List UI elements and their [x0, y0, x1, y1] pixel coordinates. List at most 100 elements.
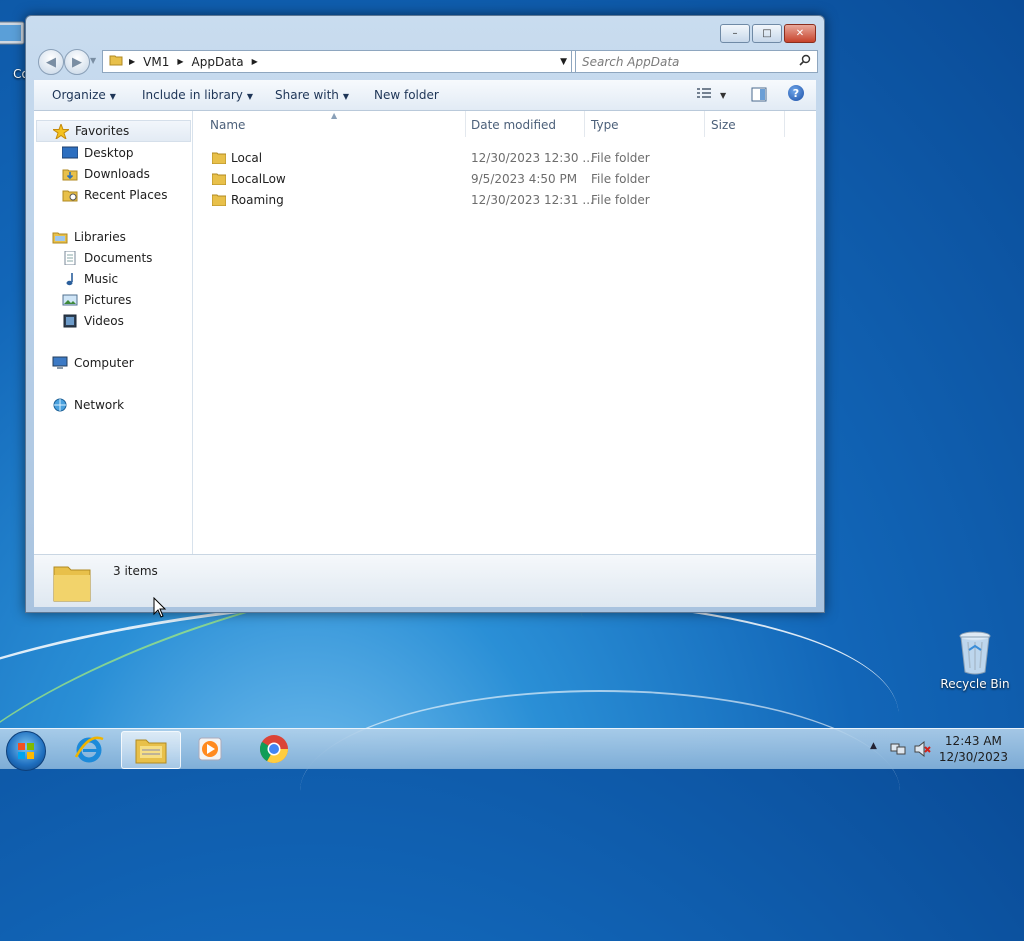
windows-explorer-icon: [135, 739, 167, 764]
maximize-button[interactable]: □: [752, 24, 782, 43]
breadcrumb-arrow-icon[interactable]: ▶: [177, 57, 183, 66]
address-dropdown-icon[interactable]: ▼: [560, 57, 567, 67]
taskbar-media-player[interactable]: [182, 731, 240, 767]
media-player-icon: [198, 737, 222, 761]
nav-network[interactable]: Network: [52, 395, 124, 415]
column-divider[interactable]: [704, 111, 705, 137]
column-divider[interactable]: [465, 111, 466, 137]
star-icon: [51, 122, 71, 141]
preview-pane-button[interactable]: [751, 87, 767, 105]
include-in-library-label: Include in library: [142, 88, 243, 102]
change-view-button[interactable]: ▼: [696, 88, 726, 103]
nav-computer[interactable]: Computer: [52, 353, 134, 373]
caption-buttons: – □ ✕: [720, 24, 816, 43]
nav-music-label: Music: [84, 272, 119, 286]
back-button[interactable]: ◀: [38, 49, 64, 75]
view-dropdown-icon[interactable]: ▼: [720, 91, 726, 100]
music-icon: [62, 272, 78, 286]
file-name: Local: [231, 151, 263, 165]
breadcrumb-arrow-icon[interactable]: ▶: [252, 57, 258, 66]
recent-pages-dropdown[interactable]: ▼: [90, 56, 96, 65]
nav-documents-label: Documents: [84, 251, 153, 265]
mouse-cursor-icon: [153, 596, 167, 622]
file-name: Roaming: [231, 193, 284, 207]
taskbar-internet-explorer[interactable]: [60, 731, 118, 767]
nav-pictures-label: Pictures: [84, 293, 132, 307]
taskbar-google-chrome[interactable]: [245, 731, 303, 767]
file-type: File folder: [591, 151, 650, 165]
taskbar: ▲ 12:43 AM 12/30/2023: [0, 728, 1024, 771]
pictures-icon: [62, 293, 78, 307]
internet-explorer-icon: [74, 736, 104, 763]
back-arrow-icon: ◀: [46, 54, 56, 70]
file-row[interactable]: Roaming 12/30/2023 12:31 ... File folder: [193, 189, 793, 209]
taskbar-windows-explorer[interactable]: [121, 731, 181, 769]
libraries-icon: [52, 230, 68, 244]
column-header-name[interactable]: Name: [210, 118, 245, 136]
details-pane: 3 items: [34, 554, 816, 607]
dropdown-arrow-icon: ▼: [109, 92, 116, 101]
show-hidden-icons-button[interactable]: ▲: [870, 741, 877, 751]
share-with-label: Share with: [275, 88, 339, 102]
nav-libraries-label: Libraries: [74, 230, 126, 244]
breadcrumb-appdata[interactable]: AppData: [192, 55, 244, 69]
column-divider[interactable]: [584, 111, 585, 137]
nav-libraries[interactable]: Libraries: [52, 227, 126, 247]
file-list: Name ▲ Date modified Type Size Local 12/…: [193, 111, 816, 554]
nav-pictures[interactable]: Pictures: [62, 290, 132, 310]
search-box[interactable]: Search AppData: [575, 50, 818, 73]
folder-icon: [109, 53, 123, 70]
share-with-menu[interactable]: Share with ▼: [275, 88, 349, 102]
organize-menu[interactable]: Organize ▼: [52, 88, 116, 102]
nav-desktop[interactable]: Desktop: [61, 143, 134, 163]
nav-downloads[interactable]: Downloads: [62, 164, 150, 184]
folder-icon: [211, 151, 227, 165]
column-header-date-modified[interactable]: Date modified: [471, 118, 556, 136]
close-button[interactable]: ✕: [784, 24, 816, 43]
start-button[interactable]: [6, 731, 46, 771]
search-input[interactable]: Search AppData: [576, 55, 799, 69]
nav-desktop-label: Desktop: [84, 146, 134, 160]
help-icon[interactable]: ?: [788, 85, 804, 101]
file-type: File folder: [591, 193, 650, 207]
file-type: File folder: [591, 172, 650, 186]
file-row[interactable]: Local 12/30/2023 12:30 ... File folder: [193, 147, 793, 167]
breadcrumb-vm1[interactable]: VM1: [143, 55, 169, 69]
nav-downloads-label: Downloads: [84, 167, 150, 181]
nav-videos[interactable]: Videos: [62, 311, 124, 331]
include-in-library-menu[interactable]: Include in library ▼: [142, 88, 253, 102]
videos-icon: [62, 314, 78, 328]
minimize-button[interactable]: –: [720, 24, 750, 43]
system-clock[interactable]: 12:43 AM 12/30/2023: [939, 733, 1008, 765]
column-header-type[interactable]: Type: [591, 118, 619, 136]
address-bar[interactable]: ▶ VM1 ▶ AppData ▶ ▼: [102, 50, 572, 73]
column-divider[interactable]: [784, 111, 785, 137]
network-status-icon[interactable]: [890, 741, 906, 760]
column-header-size[interactable]: Size: [711, 118, 736, 136]
desktop-icon-label: Recycle Bin: [940, 677, 1010, 691]
sort-arrow-icon: ▲: [331, 111, 338, 120]
file-date-modified: 9/5/2023 4:50 PM: [471, 172, 578, 186]
forward-arrow-icon: ▶: [72, 54, 82, 70]
search-icon[interactable]: [799, 54, 811, 69]
file-date-modified: 12/30/2023 12:30 ...: [471, 151, 594, 165]
desktop-icon-recycle-bin[interactable]: Recycle Bin: [935, 628, 1015, 691]
volume-muted-icon[interactable]: [914, 740, 932, 760]
file-name: LocalLow: [231, 172, 286, 186]
forward-button[interactable]: ▶: [64, 49, 90, 75]
nav-music[interactable]: Music: [62, 269, 118, 289]
navigation-bar: ◀ ▶ ▼ ▶ VM1 ▶ AppData ▶ ▼ ⇆ Search AppDa…: [34, 48, 818, 75]
nav-videos-label: Videos: [84, 314, 124, 328]
new-folder-button[interactable]: New folder: [374, 88, 439, 102]
nav-documents[interactable]: Documents: [62, 248, 152, 268]
nav-recent-places-label: Recent Places: [84, 188, 168, 202]
computer-icon: [52, 356, 68, 370]
recycle-bin-icon: [955, 628, 995, 675]
nav-recent-places[interactable]: Recent Places: [62, 185, 167, 205]
nav-favorites[interactable]: Favorites: [36, 120, 191, 142]
breadcrumb-arrow-icon[interactable]: ▶: [129, 57, 135, 66]
clock-time: 12:43 AM: [944, 734, 1002, 748]
file-row[interactable]: LocalLow 9/5/2023 4:50 PM File folder: [193, 168, 793, 188]
folder-icon: [211, 172, 227, 186]
navigation-pane: Favorites Desktop Downloads Recent Place…: [34, 111, 193, 554]
